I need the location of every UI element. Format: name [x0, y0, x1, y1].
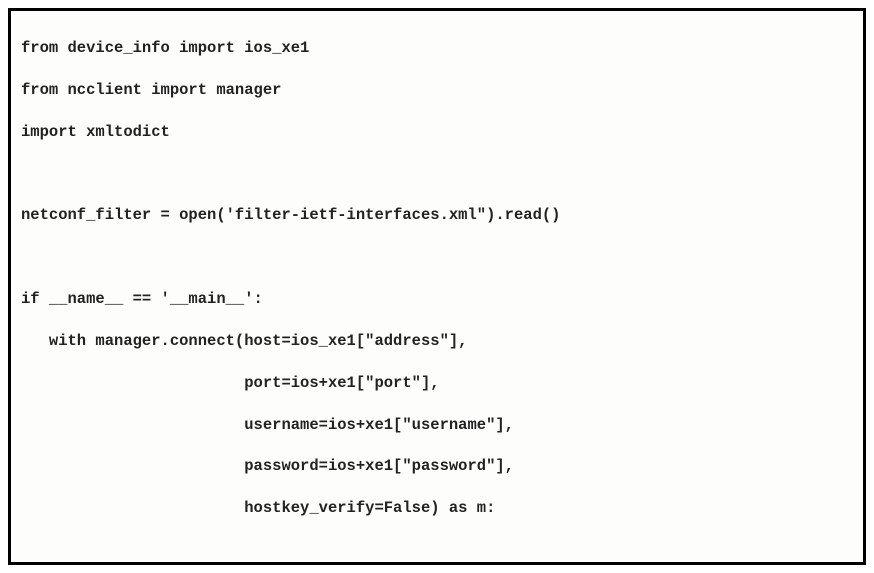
- code-line: import xmltodict: [21, 122, 853, 143]
- code-line: [21, 163, 853, 184]
- code-line: if __name__ == '__main__':: [21, 289, 853, 310]
- code-line: hostkey_verify=False) as m:: [21, 498, 853, 519]
- code-block: from device_info import ios_xe1 from ncc…: [8, 8, 866, 565]
- code-line: from ncclient import manager: [21, 80, 853, 101]
- code-line: from device_info import ios_xe1: [21, 38, 853, 59]
- code-line: netconf_filter = open('filter-ietf-inter…: [21, 205, 853, 226]
- code-line: [21, 540, 853, 561]
- code-line: username=ios+xe1["username"],: [21, 415, 853, 436]
- code-line: [21, 247, 853, 268]
- code-line: with manager.connect(host=ios_xe1["addre…: [21, 331, 853, 352]
- code-line: port=ios+xe1["port"],: [21, 373, 853, 394]
- code-line: password=ios+xe1["password"],: [21, 456, 853, 477]
